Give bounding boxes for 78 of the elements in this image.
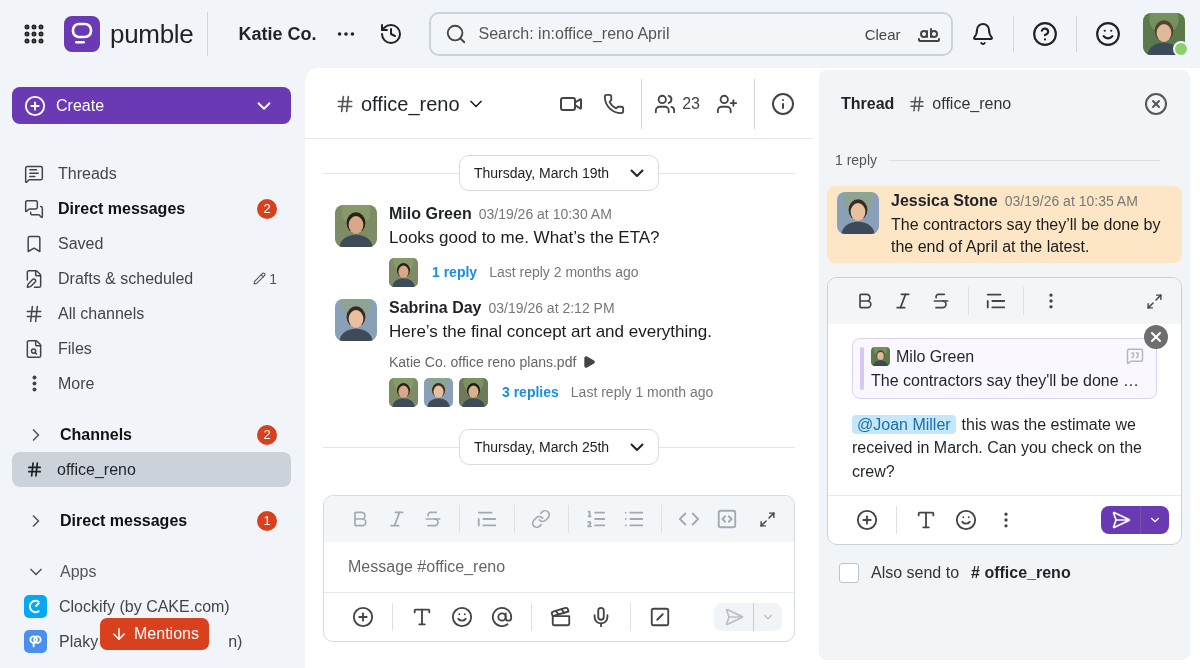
board-app-icon	[24, 630, 47, 653]
member-count[interactable]: 23	[682, 95, 700, 113]
app-name[interactable]: Clockify (by CAKE.com)	[59, 597, 230, 616]
message-time: 03/19/26 at 2:12 PM	[488, 299, 615, 316]
nav-item[interactable]: Files	[12, 331, 291, 366]
message-text: Looks good to me. What’s the ETA?	[389, 227, 661, 249]
message-text: The contractors say they’ll be done by the end of April at the latest.	[891, 215, 1162, 257]
author-name[interactable]: Sabrina Day	[389, 298, 482, 317]
clear-button[interactable]: Clear	[858, 24, 907, 44]
last-reply-time: Last reply 2 months ago	[489, 264, 639, 281]
section-header[interactable]: Direct messages 1	[12, 503, 291, 538]
message-time: 03/19/26 at 10:30 AM	[478, 206, 612, 222]
play-icon[interactable]	[582, 354, 597, 369]
pencil-icon	[253, 272, 267, 285]
app-name-fragment: n)	[228, 632, 243, 651]
channel-title[interactable]: office_reno	[361, 92, 460, 116]
more-icon	[31, 375, 37, 392]
section-header[interactable]: Apps	[12, 554, 291, 589]
hash-icon	[26, 461, 43, 478]
workspace-name[interactable]: Katie Co.	[238, 23, 317, 45]
channel-name: # office_reno	[971, 563, 1071, 582]
date-dropdown[interactable]: Thursday, March 25th	[459, 428, 659, 465]
thread-title: Thread	[841, 95, 895, 113]
replies-link[interactable]: 3 replies	[502, 384, 559, 401]
nav-item[interactable]: Direct messages 2	[12, 191, 291, 226]
messages-icon	[24, 198, 44, 219]
nav-item[interactable]: Saved	[12, 226, 291, 261]
search-icon	[444, 23, 467, 45]
section-header[interactable]: Channels 2	[12, 417, 291, 452]
edit-icon	[24, 268, 44, 289]
nav-item[interactable]: All channels	[12, 296, 291, 331]
last-reply-time: Last reply 1 month ago	[570, 384, 714, 401]
plus-icon	[24, 94, 46, 117]
file-search-icon	[24, 338, 44, 359]
hash-icon	[908, 95, 927, 113]
app-name[interactable]: Plaky	[59, 632, 99, 651]
quote-icon	[1126, 347, 1144, 366]
message-composer[interactable]: Message #office_reno	[323, 495, 795, 642]
author-name[interactable]: Jessica Stone	[891, 192, 998, 210]
nav-item[interactable]: Threads	[12, 156, 291, 191]
bookmark-icon	[24, 233, 44, 254]
mention-tag[interactable]: @Joan Miller	[852, 415, 956, 435]
send-icon	[1110, 509, 1131, 530]
arrow-down-icon	[110, 625, 128, 643]
create-button[interactable]: Create	[12, 87, 291, 124]
caret-icon	[630, 169, 644, 177]
quote-author: Milo Green	[896, 347, 975, 366]
caret-icon	[630, 442, 644, 451]
attachment-name[interactable]: Katie Co. office reno plans.pdf	[389, 353, 577, 370]
date-dropdown[interactable]: Thursday, March 19th	[459, 155, 659, 191]
thread-channel[interactable]: office_reno	[932, 95, 1012, 113]
search-field[interactable]: Search: in:office_reno April Clear	[428, 12, 953, 56]
clock-app-icon	[24, 595, 47, 618]
unread-badge: 2	[257, 198, 277, 219]
send-icon	[723, 607, 744, 627]
brand-name: pumble	[110, 18, 194, 50]
nav-item[interactable]: Drafts & scheduled 1	[12, 261, 291, 296]
mentions-button[interactable]: Mentions	[100, 618, 209, 650]
hash-icon	[24, 303, 44, 324]
message-text: Here’s the final concept art and everything.	[389, 320, 713, 343]
hash-icon	[335, 94, 355, 114]
checkbox[interactable]	[839, 562, 859, 583]
unread-badge: 1	[257, 510, 277, 531]
channel-item[interactable]: office_reno	[12, 452, 291, 487]
nav-item[interactable]: More	[12, 366, 291, 401]
draft-count: 1	[253, 270, 277, 287]
replies-link[interactable]: 1 reply	[432, 264, 478, 281]
threads-icon	[24, 163, 44, 184]
checkbox-label: Also send to	[871, 563, 960, 582]
reply-count: 1 reply	[835, 152, 878, 168]
quote-text: The contractors say they'll be done …	[871, 372, 1141, 391]
remove-quote-button[interactable]	[1144, 325, 1168, 350]
logo-icon	[64, 16, 100, 52]
author-name[interactable]: Milo Green	[389, 205, 472, 223]
members-icon[interactable]	[654, 93, 677, 115]
reply-text[interactable]: @Joan Miller this was the estimate we received in March. Can you check on the crew?	[852, 413, 1157, 483]
unread-badge: 2	[257, 424, 277, 445]
message-time: 03/19/26 at 10:35 AM	[1004, 193, 1138, 209]
